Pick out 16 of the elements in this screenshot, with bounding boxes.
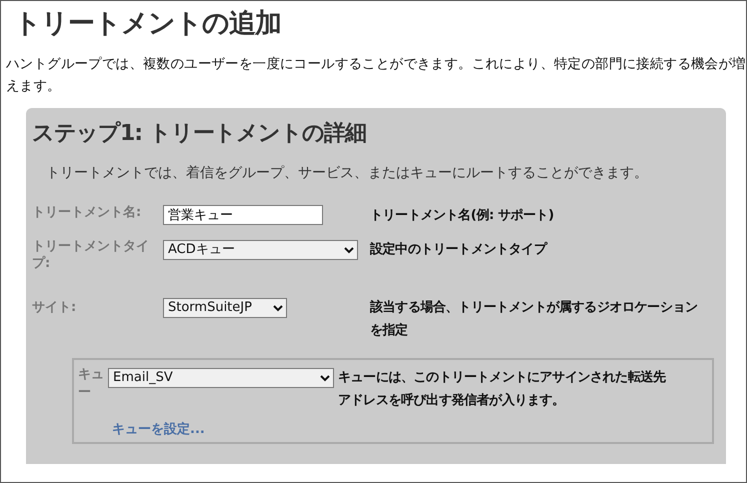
field-help: 設定中のトリートメントタイプ bbox=[370, 240, 548, 259]
intro-text: ハントグループでは、複数のユーザーを一度にコールすることができます。これにより、特定の部門に接続する機会が増えます。 bbox=[6, 55, 746, 96]
field-help: トリートメント名(例: サポート) bbox=[370, 207, 555, 225]
step-description: トリートメントでは、着信をグループ、サービス、またはキューにルートすることができます。 bbox=[46, 164, 649, 182]
field-label: トリートメントタイプ: bbox=[32, 238, 150, 272]
field-label: キュー bbox=[78, 366, 104, 402]
field-help: キューには、このトリートメントにアサインされた転送先アドレスを呼び出す発信者が入ります。 bbox=[338, 369, 667, 410]
field-label: サイト: bbox=[32, 299, 78, 316]
dropdown[interactable]: Email_SV bbox=[108, 368, 334, 388]
field-help: 該当する場合、トリートメントが属するジオロケーションを指定 bbox=[370, 298, 699, 340]
dropdown[interactable]: ACDキュー bbox=[163, 240, 358, 260]
dropdown[interactable]: StormSuiteJP bbox=[163, 298, 287, 318]
page-title: トリートメントの追加 bbox=[14, 7, 282, 41]
field-label: トリートメント名: bbox=[32, 204, 142, 221]
input-field[interactable]: 営業キュー bbox=[163, 205, 323, 225]
step-title: ステップ1: トリートメントの詳細 bbox=[32, 120, 367, 148]
